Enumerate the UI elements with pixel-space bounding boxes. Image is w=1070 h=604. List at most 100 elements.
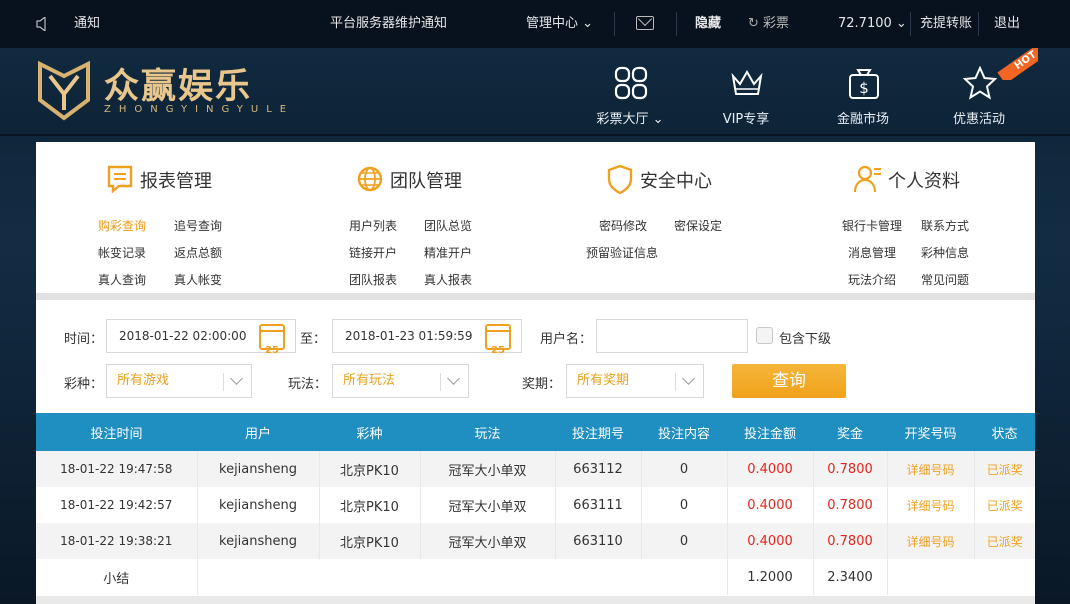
nav-vip[interactable]: VIP专享: [696, 48, 796, 136]
recharge-button[interactable]: 充提转账: [920, 0, 972, 48]
chevron-down-icon: ⌄: [895, 16, 907, 31]
nav-lottery-hall[interactable]: 彩票大厅 ⌄: [580, 48, 680, 136]
bet-time: 18-01-22 19:47:58: [36, 451, 198, 487]
bet-period: 663112: [555, 451, 642, 487]
column-header: 用户: [197, 413, 319, 451]
user: kejiansheng: [197, 451, 320, 487]
lottery-select-value: 所有游戏: [117, 373, 170, 388]
bet-amount: 0.4000: [727, 487, 814, 523]
link-faq[interactable]: 常见问题: [921, 271, 969, 288]
column-header: 投注期号: [555, 413, 641, 451]
management-center-menu[interactable]: 管理中心 ⌄: [526, 0, 593, 48]
prize: 0.7800: [813, 487, 888, 523]
column-header: 玩法: [420, 413, 555, 451]
top-bar: 通知 平台服务器维护通知 管理中心 ⌄ 隐藏 ↻ 彩票 72.7100 ⌄ 充提…: [0, 0, 1070, 48]
report-icon: [107, 165, 133, 194]
logo-text[interactable]: 众赢娱乐: [104, 58, 252, 109]
hide-balance-button[interactable]: 隐藏: [695, 0, 721, 48]
period-select-value: 所有奖期: [577, 373, 630, 388]
table-row: 18-01-22 19:42:57 kejiansheng 北京PK10 冠军大…: [36, 487, 1035, 523]
user-icon: [854, 165, 881, 193]
bet-records-table: 投注时间 用户 彩种 玩法 投注期号 投注内容 投注金额 奖金 开奖号码 状态 …: [36, 413, 1035, 595]
play-type: 冠军大小单双: [420, 487, 556, 523]
end-time-value: 2018-01-23 01:59:59: [345, 329, 473, 343]
link-live-report[interactable]: 真人报表: [424, 271, 472, 288]
link-bank-card[interactable]: 银行卡管理: [842, 217, 902, 234]
detail-numbers-link[interactable]: 详细号码: [887, 451, 975, 487]
management-center-label: 管理中心: [526, 16, 579, 31]
user: kejiansheng: [197, 487, 320, 523]
maintenance-notice[interactable]: 平台服务器维护通知: [330, 0, 447, 48]
detail-numbers-link[interactable]: 详细号码: [887, 487, 975, 523]
logo-shield-icon[interactable]: [36, 60, 92, 122]
query-button[interactable]: 查询: [732, 364, 846, 398]
include-subordinates-label[interactable]: 包含下级: [779, 328, 831, 347]
to-label: 至：: [300, 332, 327, 347]
period-select[interactable]: 所有奖期: [566, 364, 704, 398]
divider: [910, 12, 911, 36]
link-security-question[interactable]: 密保设定: [674, 217, 722, 234]
link-live-account-changes[interactable]: 真人帐变: [174, 271, 222, 288]
speaker-icon[interactable]: [36, 17, 46, 31]
summary-row: 小结 1.2000 2.3400: [36, 559, 1035, 595]
end-time-input[interactable]: 2018-01-23 01:59:59 25: [332, 319, 522, 356]
include-subordinates-checkbox[interactable]: [756, 327, 773, 344]
summary-spacer: [197, 559, 728, 595]
notice-label[interactable]: 通知: [74, 0, 100, 48]
prize: 0.7800: [813, 523, 888, 559]
balance-dropdown[interactable]: 72.7100 ⌄: [838, 0, 907, 48]
start-time-input[interactable]: 2018-01-22 02:00:00 25: [106, 319, 296, 356]
status-badge: 已派奖: [974, 451, 1035, 487]
panel-bottom-strip: [36, 596, 1035, 604]
link-contact[interactable]: 联系方式: [921, 217, 969, 234]
category-team-title: 团队管理: [390, 171, 462, 192]
nav-promotions-label: 优惠活动: [952, 112, 1005, 127]
username-input[interactable]: [596, 319, 748, 353]
chevron-down-icon: [223, 373, 251, 391]
link-team-overview[interactable]: 团队总览: [424, 217, 472, 234]
link-play-guide[interactable]: 玩法介绍: [848, 271, 896, 288]
link-messages[interactable]: 消息管理: [848, 244, 896, 261]
link-bet-query[interactable]: 购彩查询: [98, 217, 146, 234]
refresh-balance-button[interactable]: ↻ 彩票: [748, 0, 789, 48]
lottery-type: 北京PK10: [319, 487, 421, 523]
calendar-icon[interactable]: 25: [485, 324, 511, 356]
time-label: 时间：: [64, 332, 104, 347]
link-lottery-info[interactable]: 彩种信息: [921, 244, 969, 261]
link-password-change[interactable]: 密码修改: [599, 217, 647, 234]
link-precise-signup[interactable]: 精准开户: [424, 244, 472, 261]
logo-subtitle: ZHONGYINGYULE: [104, 104, 295, 115]
divider: [676, 12, 677, 36]
username-label: 用户名：: [540, 332, 593, 347]
refresh-icon: ↻: [748, 16, 759, 31]
link-team-report[interactable]: 团队报表: [349, 271, 397, 288]
play-select[interactable]: 所有玩法: [332, 364, 469, 398]
grid-icon: [614, 66, 648, 100]
nav-finance[interactable]: $ 金融市场: [813, 48, 913, 136]
link-user-list[interactable]: 用户列表: [349, 217, 397, 234]
detail-numbers-link[interactable]: 详细号码: [887, 523, 975, 559]
logout-button[interactable]: 退出: [994, 0, 1020, 48]
link-live-query[interactable]: 真人查询: [98, 271, 146, 288]
category-report-title: 报表管理: [140, 171, 212, 192]
link-link-signup[interactable]: 链接开户: [349, 244, 397, 261]
lottery-select[interactable]: 所有游戏: [106, 364, 252, 398]
link-account-changes[interactable]: 帐变记录: [98, 244, 146, 261]
mail-icon[interactable]: [636, 16, 654, 30]
link-chase-query[interactable]: 追号查询: [174, 217, 222, 234]
summary-label: 小结: [36, 559, 198, 595]
link-reserved-verification[interactable]: 预留验证信息: [586, 244, 658, 261]
link-rebate-total[interactable]: 返点总额: [174, 244, 222, 261]
money-bag-icon: $: [849, 69, 879, 99]
calendar-icon[interactable]: 25: [259, 324, 285, 356]
lottery-type: 北京PK10: [319, 523, 421, 559]
nav-vip-label: VIP专享: [722, 112, 770, 127]
bet-period: 663111: [555, 487, 642, 523]
column-header: 开奖号码: [887, 413, 974, 451]
summary-spacer: [887, 559, 1035, 595]
column-header: 投注时间: [36, 413, 197, 451]
bet-amount: 0.4000: [727, 451, 814, 487]
column-header: 彩种: [319, 413, 420, 451]
divider: [614, 12, 615, 36]
play-type: 冠军大小单双: [420, 451, 556, 487]
